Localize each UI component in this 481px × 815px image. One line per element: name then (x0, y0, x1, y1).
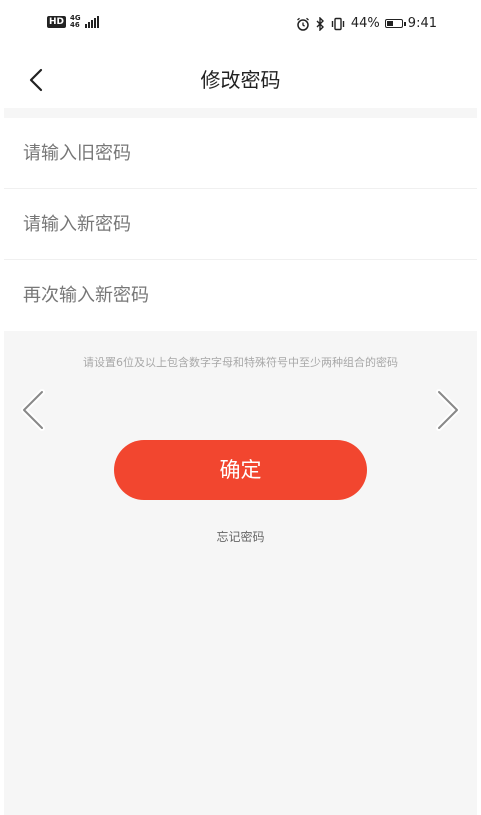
battery-percent: 44% (350, 16, 380, 31)
next-page-icon[interactable] (431, 388, 465, 432)
new-password-input[interactable] (23, 189, 453, 260)
new-password-row (4, 189, 477, 260)
status-time: 9:41 (407, 16, 437, 31)
password-form (4, 118, 477, 331)
status-left: HD 4G 46 (47, 15, 99, 29)
bluetooth-icon (316, 16, 324, 31)
signal-icon (84, 16, 99, 28)
confirm-button[interactable]: 确定 (114, 440, 367, 500)
status-bar: HD 4G 46 44% 9:41 (4, 0, 477, 52)
old-password-input[interactable] (23, 118, 453, 189)
confirm-password-input[interactable] (23, 260, 453, 331)
battery-icon (384, 19, 406, 28)
network-label: 4G 46 (70, 15, 81, 29)
alarm-icon (296, 17, 309, 31)
network-sub: 46 (70, 21, 80, 29)
hd-badge: HD (47, 16, 67, 28)
password-hint: 请设置6位及以上包含数字字母和特殊符号中至少两种组合的密码 (83, 356, 398, 369)
page-title: 修改密码 (200, 68, 281, 92)
prev-page-icon[interactable] (16, 388, 50, 432)
nav-bar: 修改密码 (4, 52, 477, 108)
forgot-password-link[interactable]: 忘记密码 (4, 528, 477, 545)
old-password-row (4, 118, 477, 189)
phone-screen: HD 4G 46 44% 9:41 修改密码 请设置6位及以上包含数字字母和特殊… (4, 0, 477, 815)
status-right: 44% 9:41 (296, 16, 437, 31)
confirm-password-row (4, 260, 477, 331)
vibrate-icon (331, 17, 345, 30)
battery-fill (386, 21, 393, 26)
